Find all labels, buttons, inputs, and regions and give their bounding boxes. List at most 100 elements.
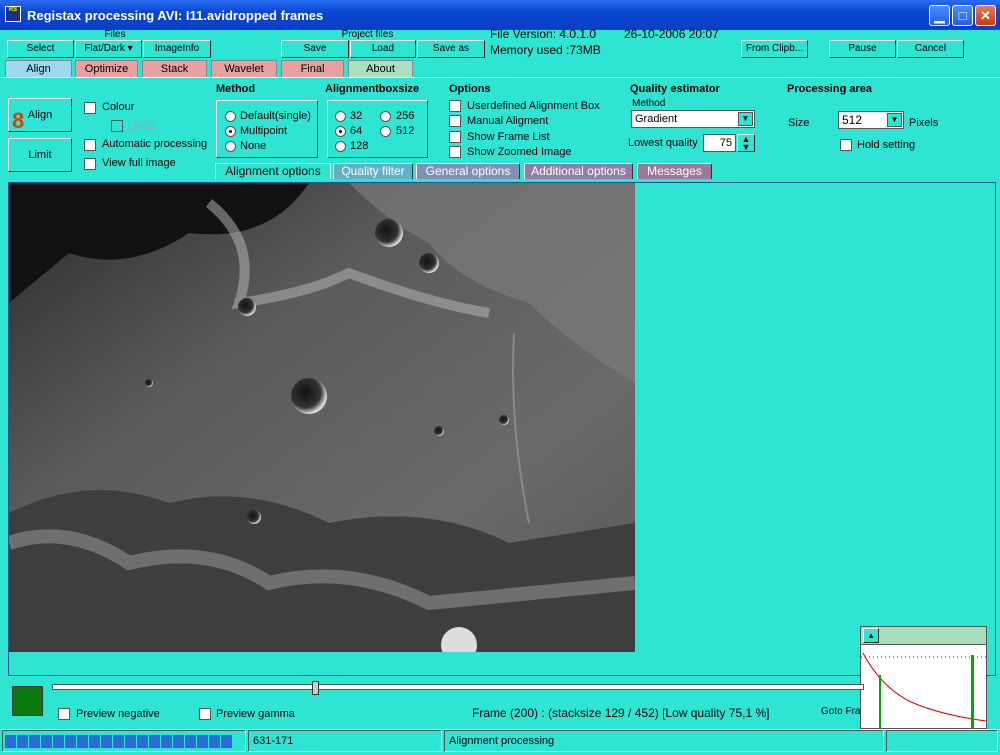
progress-block (29, 734, 40, 748)
size-label: Size (788, 117, 810, 129)
frame-slider-track[interactable] (52, 684, 864, 690)
alignmentboxsize-title: Alignmentboxsize (325, 83, 420, 95)
method-title: Method (216, 83, 256, 95)
automatic-processing-checkbox[interactable] (84, 139, 96, 151)
triangle-up-icon: ▲ (867, 631, 875, 640)
progress-block (161, 734, 172, 748)
save-button[interactable]: Save (281, 40, 349, 58)
boxsize-radio-512[interactable] (380, 126, 391, 137)
show-frame-list-checkbox[interactable] (449, 131, 461, 143)
method-label-multipoint: Multipoint (240, 125, 288, 137)
limit-button[interactable]: Limit (8, 138, 72, 172)
close-button[interactable]: ✕ (975, 5, 996, 26)
tab-final[interactable]: Final (281, 60, 344, 77)
subtab-alignment-options[interactable]: Alignment options (215, 163, 331, 179)
project-files-group-label: Project files (341, 29, 394, 40)
tab-about[interactable]: About (348, 60, 413, 77)
preview-gamma-label: Preview gamma (216, 708, 295, 720)
processing-size-select[interactable]: 512 ▼ (838, 111, 904, 129)
close-icon: ✕ (980, 8, 991, 23)
frame-slider-thumb[interactable] (311, 681, 319, 695)
minimize-icon: ▁ (934, 8, 945, 23)
moon-image[interactable] (9, 183, 635, 652)
colour-label: Colour (102, 101, 135, 113)
boxsize-label-256: 256 (396, 110, 415, 122)
frame-info: Frame (200) : (stacksize 129 / 452) [Low… (472, 706, 770, 720)
subtab-additional-options[interactable]: Additional options (524, 163, 633, 179)
progress-block (113, 734, 124, 748)
show-zoomed-image-label: Show Zoomed Image (467, 146, 572, 158)
registax-app-icon[interactable]: RS (5, 6, 21, 22)
title-bar[interactable]: RS Registax processing AVI: I11.avidropp… (0, 0, 1000, 30)
maximize-button[interactable]: □ (952, 5, 973, 26)
align-marker-label: 8 (12, 108, 25, 133)
method-radio-default[interactable] (225, 111, 236, 122)
subtab-general-options[interactable]: General options (416, 163, 520, 179)
select-button[interactable]: Select (7, 40, 74, 58)
hold-setting-checkbox[interactable] (840, 139, 852, 151)
quality-method-label: Method (632, 98, 666, 109)
minimize-button[interactable]: ▁ (929, 5, 950, 26)
colour-checkbox[interactable] (84, 102, 96, 114)
progress-block (101, 734, 112, 748)
progress-block (149, 734, 160, 748)
progress-bar (2, 730, 246, 752)
boxsize-radio-32[interactable] (335, 111, 346, 122)
progress-block (185, 734, 196, 748)
frame-quality-graph[interactable]: ▲ (860, 626, 987, 729)
lrgb-checkbox[interactable] (111, 120, 123, 132)
files-group-label: Files (104, 29, 126, 40)
graph-scroll-left-button[interactable]: ▲ (863, 628, 879, 643)
boxsize-radio-128[interactable] (335, 141, 346, 152)
method-radio-none[interactable] (225, 141, 236, 152)
date-time: 26-10-2006 20:07 (624, 27, 719, 41)
progress-block (197, 734, 208, 748)
processing-size-value: 512 (842, 113, 863, 127)
method-radio-multipoint[interactable] (225, 126, 236, 137)
load-button[interactable]: Load (350, 40, 416, 58)
from-clipboard-button[interactable]: From Clipb... (741, 40, 808, 58)
cancel-button[interactable]: Cancel (897, 40, 964, 58)
status-coords: 631-171 (248, 730, 442, 752)
preview-negative-checkbox[interactable] (58, 708, 70, 720)
subtab-quality-filter[interactable]: Quality filter (333, 163, 413, 179)
options-title: Options (449, 83, 491, 95)
preview-gamma-checkbox[interactable] (199, 708, 211, 720)
view-full-image-checkbox[interactable] (84, 158, 96, 170)
userdefined-alignment-box-label: Userdefined Alignment Box (467, 100, 600, 112)
subtab-messages[interactable]: Messages (637, 163, 712, 179)
quality-method-select[interactable]: Gradient ▼ (631, 110, 755, 128)
save-as-button[interactable]: Save as (417, 40, 485, 58)
progress-block (65, 734, 76, 748)
chevron-down-icon[interactable]: ▼ (738, 112, 753, 126)
lowest-quality-input[interactable]: 75 (703, 134, 736, 152)
tab-wavelet[interactable]: Wavelet (211, 60, 277, 77)
maximize-icon: □ (958, 8, 967, 23)
progress-block (137, 734, 148, 748)
boxsize-radio-256[interactable] (380, 111, 391, 122)
tab-optimize[interactable]: Optimize (75, 60, 138, 77)
tab-align[interactable]: Align (5, 60, 72, 77)
automatic-processing-label: Automatic processing (102, 138, 208, 150)
lowest-quality-spinner[interactable]: ▲ ▼ (737, 134, 755, 152)
spin-up-down-icon: ▲ ▼ (741, 134, 751, 152)
boxsize-label-64: 64 (350, 125, 363, 137)
method-label-none: None (240, 140, 267, 152)
show-zoomed-image-checkbox[interactable] (449, 146, 461, 158)
chevron-down-icon[interactable]: ▼ (887, 113, 902, 127)
imageinfo-button[interactable]: ImageInfo (143, 40, 211, 58)
pause-button[interactable]: Pause (829, 40, 896, 58)
window-title: Registax processing AVI: I11.avidropped … (27, 8, 324, 23)
progress-block (209, 734, 220, 748)
tab-stack[interactable]: Stack (142, 60, 207, 77)
boxsize-label-512: 512 (396, 125, 415, 137)
flat-dark-dropdown[interactable]: Flat/Dark ▾ (75, 40, 142, 58)
hold-setting-label: Hold setting (857, 139, 916, 151)
lunar-surface-picture (9, 183, 635, 652)
boxsize-radio-64[interactable] (335, 126, 346, 137)
userdefined-alignment-box-checkbox[interactable] (449, 100, 461, 112)
file-version: File Version: 4.0.1.0 (490, 27, 597, 41)
lrgb-label: LRGB (128, 121, 156, 132)
graph-scrollbar[interactable]: ▲ (861, 627, 986, 645)
manual-alignment-checkbox[interactable] (449, 115, 461, 127)
